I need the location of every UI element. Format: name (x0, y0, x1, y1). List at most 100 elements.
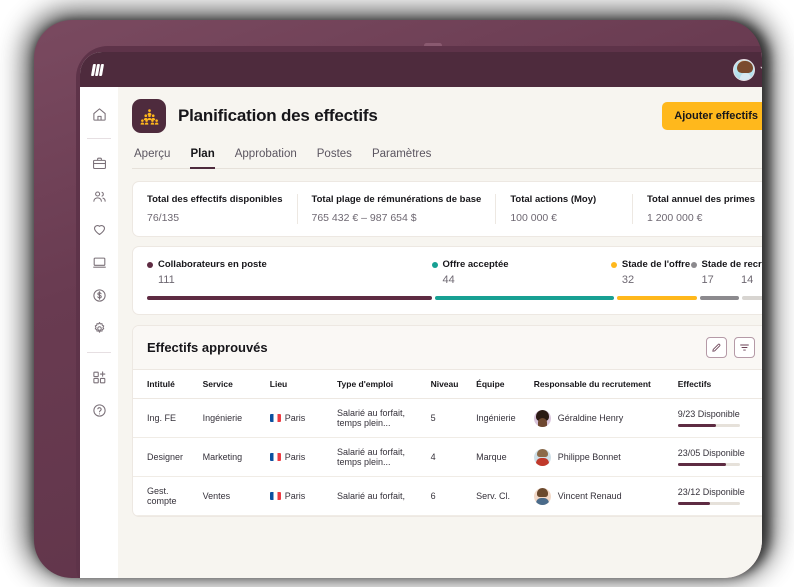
legend-bar-segment (147, 296, 432, 300)
sidebar (80, 87, 118, 578)
legend-item: Stade de recrutement (690, 259, 762, 270)
stat-salary-range: Total plage de rémunérations de base 765… (298, 194, 497, 224)
legend-label: Stade de recrutement (701, 259, 762, 270)
headcount-progress-fill (677, 463, 727, 466)
cell-intitule: Gest. compte (133, 476, 203, 516)
tab-apercu[interactable]: Aperçu (134, 148, 170, 169)
table-row[interactable]: Ing. FE Ingénierie Paris Salarié au forfait… (133, 398, 762, 438)
sidebar-item-home[interactable] (84, 99, 114, 129)
table-column-header[interactable]: Service (202, 370, 270, 399)
legend-value: 32 (621, 274, 635, 286)
app-screen: Planification des effectifs Ajouter effe… (80, 52, 762, 578)
headcount-progress-track (677, 502, 740, 505)
legend-color-dot (690, 261, 697, 268)
stat-value: 765 432 € – 987 654 $ (311, 212, 417, 224)
filter-button[interactable] (734, 337, 755, 358)
avatar (533, 487, 551, 505)
user-avatar[interactable] (733, 58, 755, 81)
brand-logo-icon[interactable] (90, 63, 104, 76)
table-body: Ing. FE Ingénierie Paris Salarié au forfait… (133, 398, 762, 516)
cell-effectifs: 23/12 Disponible (677, 476, 762, 516)
legend-value: 44 (442, 274, 455, 286)
legend-bar-segment (616, 296, 697, 300)
stat-total-equity: Total actions (Moy) 100 000 € (496, 194, 633, 224)
legend-values-row: 111 44 32 17 14 (147, 274, 755, 286)
cell-type-emploi: Salarié au forfait, temps plein... (336, 437, 431, 477)
legend-item: Collaborateurs en poste (147, 259, 432, 270)
sidebar-item-settings[interactable] (84, 313, 114, 343)
table-row[interactable]: Gest. compte Ventes Paris Salarié au forfai… (133, 476, 762, 516)
table-column-header[interactable]: Effectifs (677, 370, 762, 399)
table-column-header[interactable]: Responsable du recrutement (533, 370, 678, 399)
sidebar-item-help[interactable] (84, 395, 114, 425)
stat-value: 76/135 (147, 212, 180, 224)
table-column-header[interactable]: Équipe (476, 370, 534, 399)
cell-lieu: Paris (269, 398, 337, 438)
sidebar-item-people[interactable] (84, 181, 114, 211)
sidebar-item-benefits[interactable] (84, 214, 114, 244)
table-column-header[interactable]: Niveau (430, 370, 477, 399)
table-header-actions (706, 337, 755, 358)
sidebar-item-jobs[interactable] (84, 148, 114, 178)
legend-bar-segment (699, 296, 740, 300)
stat-total-headcount: Total des effectifs disponibles 76/135 (133, 194, 298, 224)
table-column-header[interactable]: Type d'emploi (336, 370, 431, 399)
tab-parametres[interactable]: Paramètres (372, 148, 431, 169)
add-headcount-button[interactable]: Ajouter effectifs (662, 102, 762, 130)
table-header: Effectifs approuvés (133, 326, 762, 370)
cell-equipe: Serv. Cl. (476, 476, 534, 516)
legend-item: Offre acceptée (431, 259, 611, 270)
top-bar-right (733, 58, 762, 81)
fr-flag-icon (269, 453, 281, 461)
cell-equipe: Marque (476, 437, 534, 477)
avatar (533, 409, 551, 427)
headcount-table: Intitulé Service Lieu Type d'emploi Niveau Éq… (133, 370, 762, 516)
stat-label: Total plage de rémunérations de base (311, 194, 482, 205)
legend-bar-segment (434, 296, 614, 300)
legend-label: Offre acceptée (442, 259, 509, 270)
legend-label: Stade de l'offre (621, 259, 691, 270)
cell-effectifs: 23/05 Disponible (677, 437, 762, 477)
cell-responsable: Philippe Bonnet (533, 437, 678, 477)
main-content: Planification des effectifs Ajouter effe… (118, 87, 762, 578)
chevron-down-icon[interactable] (760, 61, 762, 73)
stat-label: Total annuel des primes (646, 194, 755, 205)
cell-niveau: 5 (430, 398, 477, 438)
table-column-header[interactable]: Lieu (269, 370, 337, 399)
legend-color-dot (610, 261, 617, 268)
fr-flag-icon (269, 414, 281, 422)
headcount-status: 23/12 Disponible (677, 487, 745, 498)
headcount-progress-track (677, 463, 740, 466)
legend-labels-row: Collaborateurs en poste Offre acceptée Sta… (147, 259, 762, 270)
cell-niveau: 4 (430, 437, 477, 477)
headcount-status: 9/23 Disponible (677, 409, 740, 420)
headcount-breakdown-card: Collaborateurs en poste Offre acceptée Sta… (132, 246, 762, 315)
body-wrapper: Planification des effectifs Ajouter effe… (80, 87, 762, 578)
cell-service: Ingénierie (202, 398, 270, 438)
tab-plan[interactable]: Plan (190, 148, 215, 169)
legend-item: Stade de l'offre (610, 259, 691, 270)
tab-approbation[interactable]: Approbation (235, 148, 297, 169)
cell-responsable: Géraldine Henry (533, 398, 678, 438)
approved-headcount-card: Effectifs approuvés Intitulé Service Lie… (132, 325, 762, 517)
headcount-progress-fill (677, 502, 710, 505)
cell-equipe: Ingénierie (476, 398, 534, 438)
cell-niveau: 6 (430, 476, 477, 516)
legend-value: 17 (701, 274, 714, 286)
edit-button[interactable] (706, 337, 727, 358)
legend-value: 14 (741, 274, 754, 286)
sidebar-item-devices[interactable] (84, 247, 114, 277)
avatar (533, 448, 551, 466)
stats-card: Total des effectifs disponibles 76/135 T… (132, 181, 762, 237)
sidebar-item-apps[interactable] (84, 362, 114, 392)
headcount-progress-track (677, 424, 740, 427)
sidebar-item-payroll[interactable] (84, 280, 114, 310)
legend-label: Collaborateurs en poste (158, 259, 267, 270)
stat-value: 100 000 € (510, 212, 558, 224)
legend-color-dot (431, 261, 438, 268)
stat-label: Total actions (Moy) (510, 194, 597, 205)
table-column-header[interactable]: Intitulé (133, 370, 203, 399)
tab-postes[interactable]: Postes (317, 148, 352, 169)
screenshot-scene: Planification des effectifs Ajouter effe… (0, 0, 794, 587)
table-row[interactable]: Designer Marketing Paris Salarié au forfait… (133, 437, 762, 477)
